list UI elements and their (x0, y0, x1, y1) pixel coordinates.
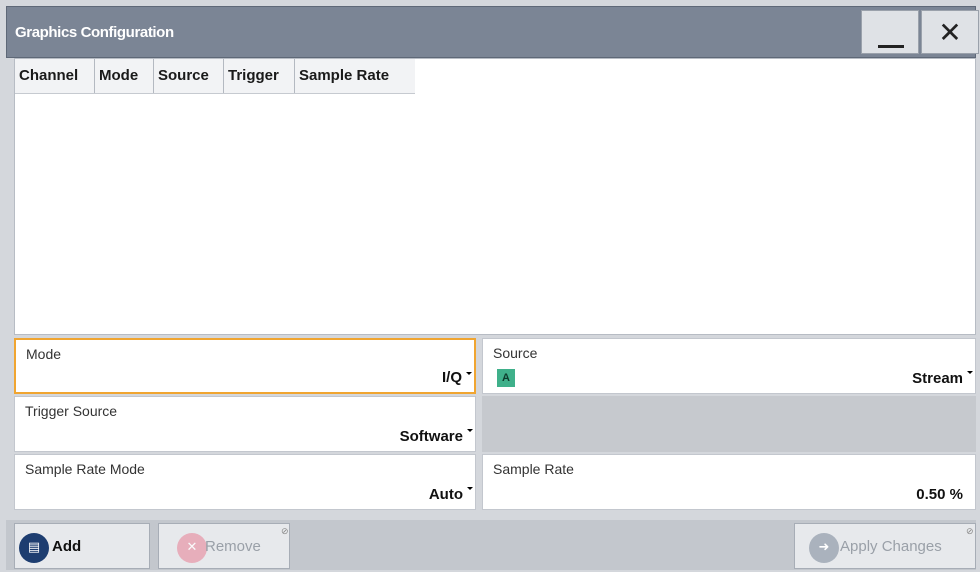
trigger-source-value: Software (399, 428, 463, 445)
remove-button[interactable]: ✕ Remove ⊘ (158, 523, 290, 569)
disabled-marker-icon: ⊘ (281, 526, 289, 536)
column-header-trigger[interactable]: Trigger (224, 59, 295, 93)
sample-rate-mode-label: Sample Rate Mode (25, 461, 145, 477)
sample-rate-mode-value: Auto (428, 486, 463, 503)
apply-icon: ➜ (809, 533, 839, 563)
apply-changes-button-label: Apply Changes (840, 538, 942, 555)
mode-value: I/Q (441, 369, 462, 386)
mode-field[interactable]: Mode I/Q (14, 338, 476, 394)
trigger-source-field[interactable]: Trigger Source Software (14, 396, 476, 452)
source-label: Source (493, 345, 538, 361)
mode-label: Mode (26, 346, 62, 362)
sample-rate-value: 0.50 % (916, 486, 963, 503)
remove-icon: ✕ (177, 533, 207, 563)
column-header-source[interactable]: Source (154, 59, 224, 93)
apply-changes-button[interactable]: ➜ Apply Changes ⊘ (794, 523, 976, 569)
title-bar: Graphics Configuration ✕ (6, 6, 979, 58)
add-icon: ▤ (19, 533, 49, 563)
sample-rate-field[interactable]: Sample Rate 0.50 % (482, 454, 976, 510)
trigger-source-label: Trigger Source (25, 403, 118, 419)
table-header: Channel Mode Source Trigger Sample Rate (15, 59, 415, 94)
column-header-channel[interactable]: Channel (15, 59, 95, 93)
dropdown-arrow-icon (967, 371, 973, 374)
dropdown-arrow-icon (466, 372, 472, 375)
close-icon: ✕ (938, 16, 962, 49)
dropdown-arrow-icon (467, 429, 473, 432)
add-button[interactable]: ▤ Add (14, 523, 150, 569)
source-field[interactable]: Source A Stream (482, 338, 976, 394)
column-header-mode[interactable]: Mode (95, 59, 154, 93)
column-header-sample-rate[interactable]: Sample Rate (295, 59, 415, 93)
add-button-label: Add (52, 538, 82, 555)
close-button[interactable]: ✕ (921, 10, 979, 54)
window-title: Graphics Configuration (15, 24, 174, 41)
bottom-toolbar: ▤ Add ✕ Remove ⊘ ➜ Apply Changes ⊘ (6, 520, 976, 570)
sample-rate-mode-field[interactable]: Sample Rate Mode Auto (14, 454, 476, 510)
stream-a-badge: A (497, 369, 515, 387)
sample-rate-label: Sample Rate (493, 461, 574, 477)
minimize-button[interactable] (861, 10, 919, 54)
empty-field-placeholder (482, 396, 976, 452)
source-value: Stream (912, 370, 963, 387)
dropdown-arrow-icon (467, 487, 473, 490)
graphics-table[interactable]: Channel Mode Source Trigger Sample Rate (14, 58, 976, 335)
remove-button-label: Remove (205, 538, 261, 555)
disabled-marker-icon: ⊘ (966, 526, 974, 536)
minimize-icon (878, 45, 904, 48)
